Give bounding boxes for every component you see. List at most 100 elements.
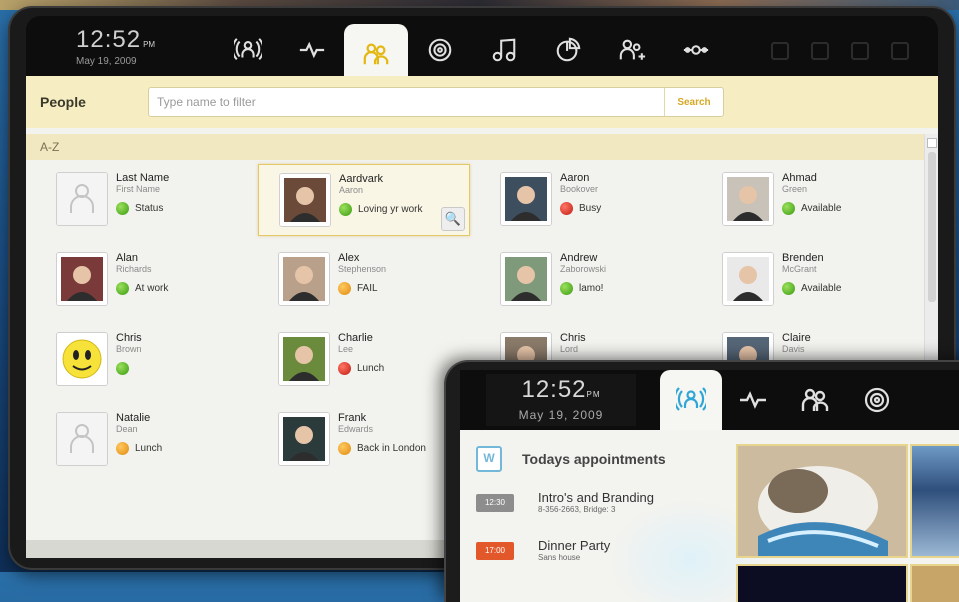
contact-first-name: Ahmad — [782, 172, 817, 184]
status-dot-icon — [116, 282, 129, 295]
status-dot-icon — [116, 442, 129, 455]
photo-thumbnail[interactable] — [736, 444, 908, 558]
contact-card[interactable]: Alex Stephenson FAIL — [258, 244, 468, 314]
avatar — [56, 412, 108, 466]
add-person-icon — [619, 39, 646, 60]
overlay-clock-time: 12:52 — [521, 376, 587, 403]
contact-card[interactable]: Frank Edwards Back in London — [258, 404, 468, 474]
contact-card[interactable]: Andrew Zaborowski lamo! — [480, 244, 690, 314]
status-dot-icon — [116, 202, 129, 215]
search-button[interactable]: Search — [664, 88, 723, 116]
overlay-tab-broadcast[interactable] — [660, 370, 722, 430]
overlay-tab-target[interactable] — [846, 370, 908, 430]
appointments-header: W Todays appointments — [476, 446, 666, 472]
avatar — [500, 252, 552, 306]
pie-chart-icon — [556, 37, 581, 62]
calendar-icon: W — [476, 446, 502, 472]
photo-avatar — [279, 253, 329, 305]
appointments-title: Todays appointments — [522, 451, 666, 467]
appointment-item[interactable]: 12:30 Intro's and Branding 8-356-2663, Br… — [476, 490, 654, 514]
contact-first-name: Chris — [560, 332, 586, 344]
contact-card[interactable]: Ahmad Green Available — [702, 164, 912, 234]
appointment-time: 17:00 — [476, 542, 514, 560]
tab-add-person[interactable] — [600, 24, 664, 76]
nav-tabs — [216, 24, 728, 84]
status-text: Back in London — [357, 443, 426, 454]
contact-card[interactable]: Natalie Dean Lunch — [36, 404, 246, 474]
clock-ampm: PM — [143, 40, 156, 49]
contact-card[interactable]: Chris Brown — [36, 324, 246, 394]
tab-target[interactable] — [408, 24, 472, 76]
overlay-tab-people[interactable] — [784, 370, 846, 430]
tab-broadcast[interactable] — [216, 24, 280, 76]
photo-avatar — [57, 253, 107, 305]
contact-status: Available — [782, 282, 841, 295]
contact-status: Loving yr work — [339, 203, 422, 216]
contact-card[interactable]: Aaron Bookover Busy — [480, 164, 690, 234]
contact-card[interactable]: Aardvark Aaron Loving yr work 🔍 — [258, 164, 470, 236]
status-text: Available — [801, 283, 842, 294]
appointment-title: Dinner Party — [538, 538, 611, 553]
status-dot-icon — [338, 282, 351, 295]
contact-last-name: Richards — [116, 264, 152, 274]
faded-icons — [771, 42, 909, 60]
scroll-thumb[interactable] — [928, 152, 936, 302]
photo-thumbnail[interactable] — [910, 444, 959, 558]
avatar — [56, 332, 108, 386]
photo-thumbnail[interactable] — [910, 564, 959, 602]
photo-avatar — [280, 174, 330, 226]
status-text: lamo! — [579, 283, 604, 294]
broadcast-people-icon — [234, 38, 262, 61]
search-field[interactable]: Type name to filter Search — [148, 87, 724, 117]
target-icon — [428, 38, 452, 62]
photo-thumbnail[interactable] — [736, 564, 908, 602]
top-bar: 12:52 PM May 19, 2009 — [26, 16, 938, 84]
smiley-icon — [57, 333, 107, 385]
clock: 12:52 PM May 19, 2009 — [76, 26, 155, 67]
contact-first-name: Frank — [338, 412, 367, 424]
status-text: At work — [135, 283, 169, 294]
status-text: Lunch — [357, 363, 385, 374]
contact-card[interactable]: Last Name First Name Status — [36, 164, 246, 234]
scroll-up-button[interactable] — [927, 138, 937, 148]
overlay-tab-activity[interactable] — [722, 370, 784, 430]
people-toolbar: People Type name to filter Search — [26, 76, 938, 128]
contact-status: At work — [116, 282, 168, 295]
tab-music[interactable] — [472, 24, 536, 76]
contact-last-name: First Name — [116, 184, 161, 194]
photo-avatar — [723, 173, 773, 225]
contact-first-name: Natalie — [116, 412, 151, 424]
avatar — [278, 332, 330, 386]
contact-last-name: Lord — [560, 344, 579, 354]
contact-first-name: Alex — [338, 252, 360, 264]
tab-stats[interactable] — [536, 24, 600, 76]
contact-first-name: Last Name — [116, 172, 170, 184]
contact-first-name: Andrew — [560, 252, 598, 264]
tab-connect[interactable] — [664, 24, 728, 76]
status-dot-icon — [338, 362, 351, 375]
contact-card[interactable]: Brenden McGrant Available — [702, 244, 912, 314]
contact-card[interactable]: Alan Richards At work — [36, 244, 246, 314]
people-icon — [801, 388, 829, 411]
contact-status: Status — [116, 202, 163, 215]
status-dot-icon — [338, 442, 351, 455]
overlay-panel: W Todays appointments 12:30 Intro's and … — [460, 430, 959, 602]
tab-activity[interactable] — [280, 24, 344, 76]
contact-first-name: Brenden — [782, 252, 824, 264]
contact-card[interactable]: Charlie Lee Lunch — [258, 324, 468, 394]
target-icon — [864, 387, 890, 413]
avatar — [56, 252, 108, 306]
contact-last-name: McGrant — [782, 264, 817, 274]
contact-status: Back in London — [338, 442, 426, 455]
search-placeholder: Type name to filter — [157, 95, 256, 109]
appointment-item[interactable]: 17:00 Dinner Party Sans house — [476, 538, 610, 562]
status-text: Loving yr work — [358, 204, 423, 215]
zoom-icon[interactable]: 🔍 — [441, 207, 465, 231]
connector-icon — [683, 45, 709, 55]
status-dot-icon — [560, 202, 573, 215]
tab-people[interactable] — [344, 24, 408, 84]
contact-last-name: Zaborowski — [560, 264, 607, 274]
overlay-clock-ampm: PM — [586, 390, 601, 399]
overlay-top-bar: 12:52PM May 19, 2009 — [460, 370, 959, 430]
contact-status — [116, 362, 135, 375]
